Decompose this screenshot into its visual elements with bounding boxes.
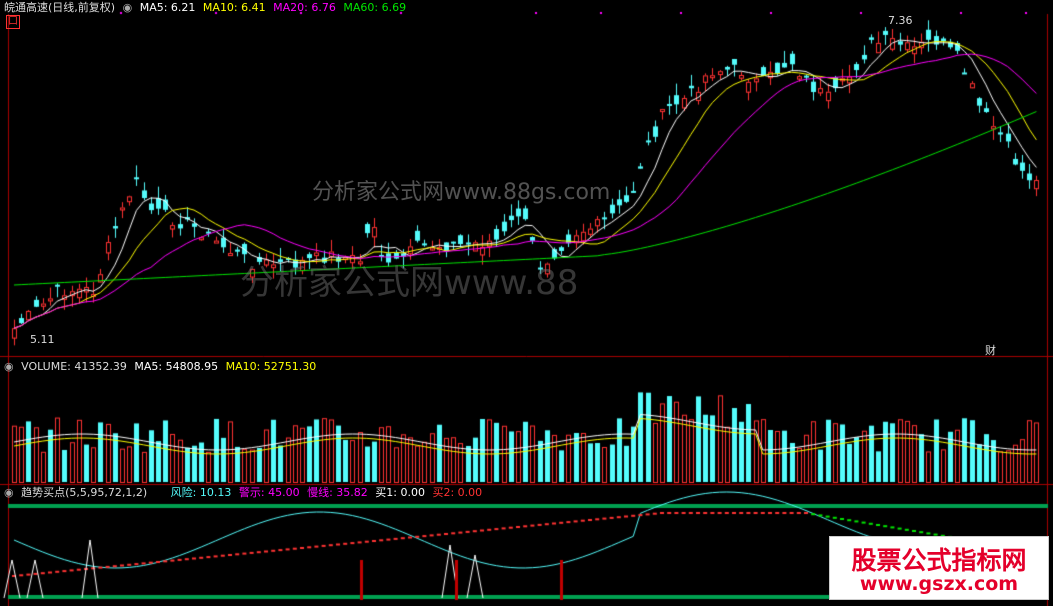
brand-title: 股票公式指标网: [851, 546, 1027, 575]
risk-value: 风险: 10.13: [170, 486, 232, 499]
slow-value: 慢线: 35.82: [307, 486, 368, 499]
high-price-label: 7.36: [888, 14, 913, 27]
indicator-name: 趋势买点(5,5,95,72,1,2): [21, 486, 148, 499]
brand-logo: 股票公式指标网 www.gszx.com: [829, 536, 1049, 600]
stock-title: 皖通高速(日线,前复权): [4, 1, 116, 14]
ma60-value: MA60: 6.69: [343, 1, 407, 14]
watermark-text-large: 分析家公式网www.88: [240, 263, 579, 303]
indicator-panel-header: ◉ 趋势买点(5,5,95,72,1,2) 风险: 10.13 警示: 45.0…: [4, 485, 486, 501]
brand-url: www.gszx.com: [859, 573, 1019, 595]
ma5-value: MA5: 6.21: [139, 1, 196, 14]
collapse-icon[interactable]: ◉: [4, 486, 14, 499]
volume-ma10-value: MA10: 52751.30: [225, 360, 317, 373]
watermark-text: 分析家公式网www.88gs.com: [312, 180, 611, 205]
finance-marker[interactable]: 财: [985, 342, 996, 358]
collapse-icon[interactable]: ◉: [123, 1, 133, 14]
ma10-value: MA10: 6.41: [202, 1, 266, 14]
volume-panel-header: ◉ VOLUME: 41352.39 MA5: 54808.95 MA10: 5…: [4, 359, 320, 375]
warn-value: 警示: 45.00: [238, 486, 300, 499]
ma20-value: MA20: 6.76: [273, 1, 336, 14]
volume-value: VOLUME: 41352.39: [21, 360, 127, 373]
collapse-icon[interactable]: ◉: [4, 360, 14, 373]
volume-ma5-value: MA5: 54808.95: [134, 360, 219, 373]
buy1-value: 买1: 0.00: [375, 486, 425, 499]
box-label[interactable]: 口: [6, 15, 20, 29]
buy2-value: 买2: 0.00: [432, 486, 483, 499]
low-price-label: 5.11: [30, 333, 55, 346]
main-panel-header: 皖通高速(日线,前复权) ◉ MA5: 6.21 MA10: 6.41 MA20…: [4, 0, 410, 16]
